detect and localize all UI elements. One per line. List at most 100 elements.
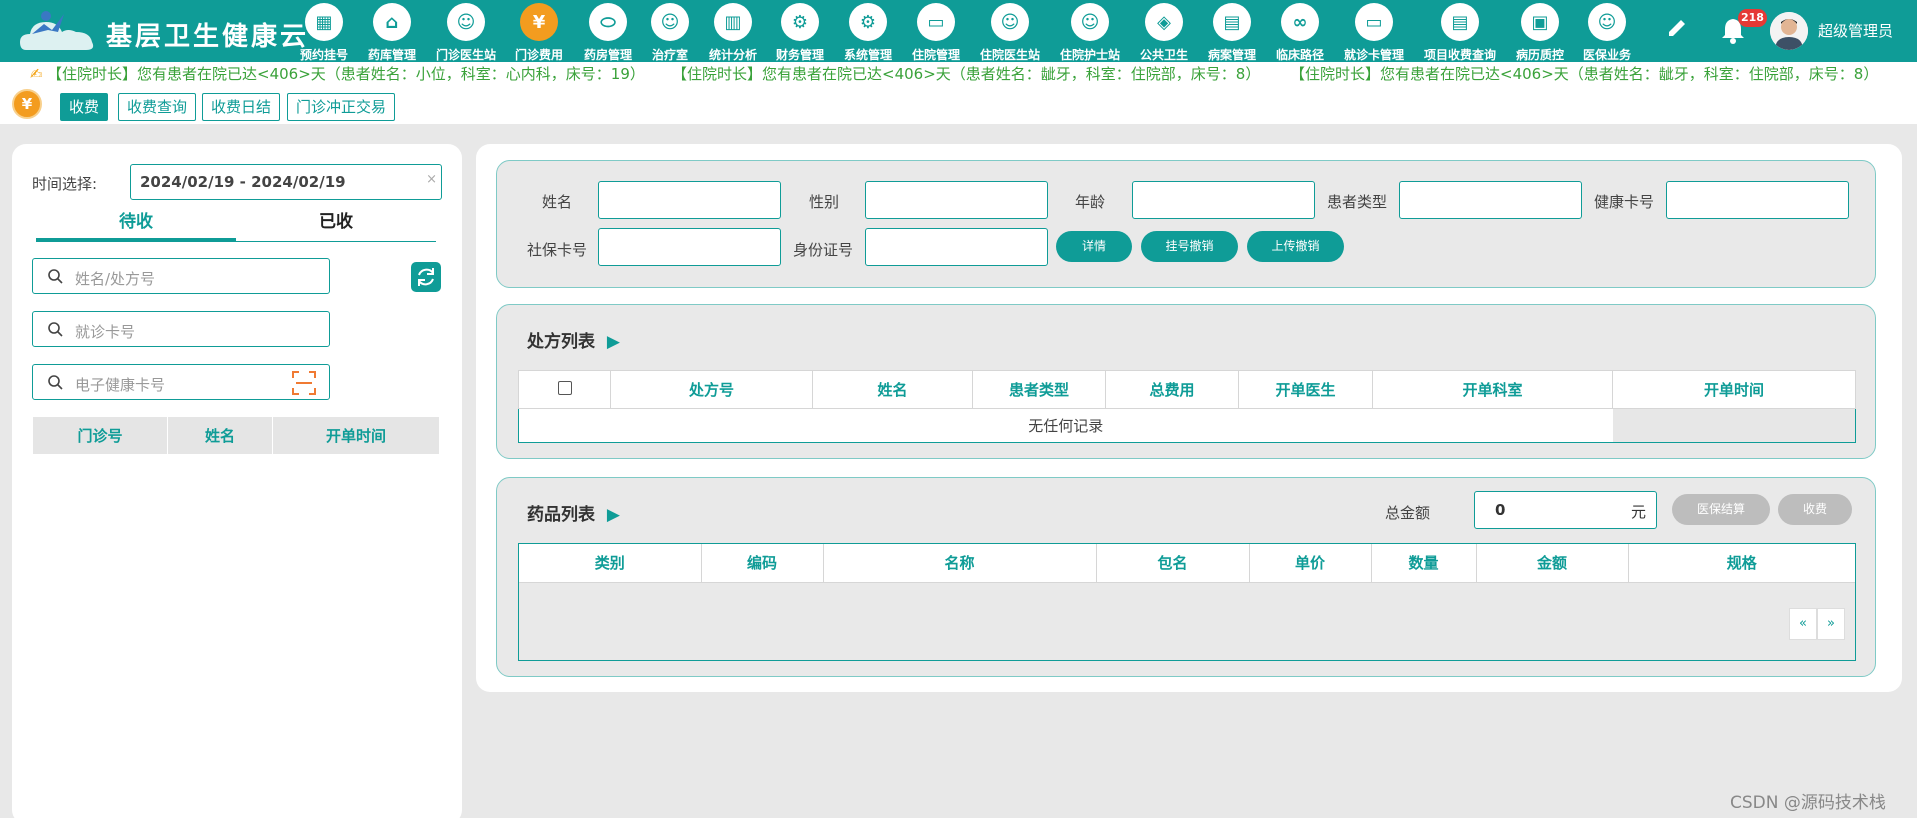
megaphone-icon: ✍ xyxy=(30,65,43,83)
time-label: 时间选择: xyxy=(32,175,98,193)
gender-input[interactable] xyxy=(865,181,1048,219)
left-panel: 时间选择: 2024/02/19 - 2024/02/19 × 待收 已收 姓名… xyxy=(12,144,462,818)
name-prescription-search[interactable]: 姓名/处方号 xyxy=(32,258,330,294)
nav-label: 药房管理 xyxy=(583,48,633,62)
age-input[interactable] xyxy=(1132,181,1315,219)
total-amount-label: 总金额 xyxy=(1385,504,1431,522)
details-button[interactable]: 详情 xyxy=(1056,231,1132,262)
nav-label: 药库管理 xyxy=(367,48,417,62)
nav-label: 就诊卡管理 xyxy=(1343,48,1405,62)
nav-label: 预约挂号 xyxy=(299,48,349,62)
card-icon: ▭ xyxy=(1355,3,1393,41)
empty-cell xyxy=(1612,408,1856,443)
tab-daily-settlement[interactable]: 收费日结 xyxy=(202,93,281,121)
nav-item-15[interactable]: ∞ 临床路径 xyxy=(1276,3,1324,62)
edit-icon[interactable] xyxy=(1664,16,1690,42)
clear-icon[interactable]: × xyxy=(426,172,437,187)
name-input[interactable] xyxy=(598,181,781,219)
col-amount: 金额 xyxy=(1475,544,1629,583)
label-age: 年龄 xyxy=(1075,193,1106,211)
nav-label: 住院医生站 xyxy=(979,48,1041,62)
tab-reversal-transaction[interactable]: 门诊冲正交易 xyxy=(287,93,396,121)
play-arrow-icon: ▶ xyxy=(606,505,620,525)
col-patient-type: 患者类型 xyxy=(972,370,1106,409)
nav-label: 治疗室 xyxy=(651,48,689,62)
nav-item-13[interactable]: ◈ 公共卫生 xyxy=(1140,3,1188,62)
select-all-checkbox[interactable] xyxy=(518,370,611,409)
search-icon xyxy=(48,269,63,284)
pending-table: 门诊号 姓名 开单时间 xyxy=(32,416,440,455)
col-patient-name: 姓名 xyxy=(812,370,973,409)
cancel-registration-button[interactable]: 挂号撤销 xyxy=(1141,231,1238,262)
search-placeholder: 电子健康卡号 xyxy=(75,376,166,394)
nav-item-5[interactable]: ⬭ 药房管理 xyxy=(584,3,632,62)
insurance-settle-button[interactable]: 医保结算 xyxy=(1672,494,1770,525)
path-icon: ∞ xyxy=(1281,3,1319,41)
col-total-fee: 总费用 xyxy=(1105,370,1239,409)
search-placeholder: 姓名/处方号 xyxy=(75,270,156,288)
label-health-card: 健康卡号 xyxy=(1594,193,1655,211)
nav-item-16[interactable]: ▭ 就诊卡管理 xyxy=(1344,3,1404,62)
pill-icon: ⬭ xyxy=(589,3,627,41)
nav-item-14[interactable]: ▤ 病案管理 xyxy=(1208,3,1256,62)
nav-item-18[interactable]: ▣ 病历质控 xyxy=(1516,3,1564,62)
health-card-input[interactable] xyxy=(1666,181,1849,219)
nav-item-6[interactable]: ☺ 治疗室 xyxy=(651,3,689,62)
app-title: 基层卫生健康云 xyxy=(106,22,310,52)
nav-item-9[interactable]: ⚙ 系统管理 xyxy=(844,3,892,62)
notification-badge: 218 xyxy=(1738,9,1767,27)
nav-item-19[interactable]: ☺ 医保业务 xyxy=(1583,3,1631,62)
drug-table: 类别 编码 名称 包名 单价 数量 金额 规格 xyxy=(519,544,1855,583)
date-range-input[interactable]: 2024/02/19 - 2024/02/19 × xyxy=(130,164,442,200)
total-amount-value: 0 xyxy=(1495,501,1506,519)
logo: 基层卫生健康云 xyxy=(8,4,306,56)
id-number-input[interactable] xyxy=(865,228,1048,266)
insurance-icon: ☺ xyxy=(1588,3,1626,41)
notice-ticker: ✍ 【住院时长】您有患者在院已达<406>天（患者姓名：小位，科室：心内科，床号… xyxy=(0,62,1917,86)
nav-item-12[interactable]: ☺ 住院护士站 xyxy=(1060,3,1120,62)
visit-card-search[interactable]: 就诊卡号 xyxy=(32,311,330,347)
nav-item-17[interactable]: ▤ 项目收费查询 xyxy=(1424,3,1496,62)
watermark: CSDN @源码技术栈 xyxy=(1730,793,1886,813)
social-card-input[interactable] xyxy=(598,228,781,266)
inpatient-nurse-icon: ☺ xyxy=(1071,3,1109,41)
label-gender: 性别 xyxy=(809,193,840,211)
nav-item-3[interactable]: ☺ 门诊医生站 xyxy=(436,3,496,62)
tab-charge-query[interactable]: 收费查询 xyxy=(118,93,197,121)
nav-item-7[interactable]: ▥ 统计分析 xyxy=(709,3,757,62)
pager-prev-button[interactable]: « xyxy=(1789,608,1817,640)
yen-icon: ¥ xyxy=(520,3,558,41)
nav-item-11[interactable]: ☺ 住院医生站 xyxy=(980,3,1040,62)
nav-item-8[interactable]: ⚙ 财务管理 xyxy=(776,3,824,62)
nav-item-1[interactable]: ▦ 预约挂号 xyxy=(300,3,348,62)
nav-item-10[interactable]: ▭ 住院管理 xyxy=(912,3,960,62)
col-order-time: 开单时间 xyxy=(272,416,440,455)
quality-icon: ▣ xyxy=(1521,3,1559,41)
refresh-button[interactable] xyxy=(411,262,441,292)
user-name[interactable]: 超级管理员 xyxy=(1818,20,1893,41)
cancel-upload-button[interactable]: 上传撤销 xyxy=(1247,231,1344,262)
public-health-icon: ◈ xyxy=(1145,3,1183,41)
prescription-section: 处方列表 ▶ 处方号 姓名 患者类型 总费用 开单医生 开单科室 开单时间 无任… xyxy=(496,304,1876,459)
health-card-search[interactable]: 电子健康卡号 xyxy=(32,364,330,400)
avatar[interactable] xyxy=(1770,12,1808,50)
drug-section: 药品列表 ▶ 总金额 0 元 医保结算 收费 类别 编码 名称 包名 单价 数量… xyxy=(496,477,1876,677)
nav-item-2[interactable]: ⌂ 药库管理 xyxy=(368,3,416,62)
prescription-title: 处方列表 ▶ xyxy=(527,327,620,352)
patient-type-input[interactable] xyxy=(1399,181,1582,219)
nav-label: 住院管理 xyxy=(911,48,961,62)
prescription-title-text: 处方列表 xyxy=(527,332,595,352)
tab-received[interactable]: 已收 xyxy=(236,206,436,242)
nav-item-4[interactable]: ¥ 门诊费用 xyxy=(515,3,563,62)
pager-next-button[interactable]: » xyxy=(1817,608,1845,640)
right-panel: 姓名 性别 年龄 患者类型 健康卡号 社保卡号 身份证号 详情 挂号撤销 上传撤… xyxy=(476,144,1902,692)
patient-info-form: 姓名 性别 年龄 患者类型 健康卡号 社保卡号 身份证号 详情 挂号撤销 上传撤… xyxy=(496,160,1876,288)
tab-charge[interactable]: 收费 xyxy=(60,93,109,121)
nav-label: 系统管理 xyxy=(843,48,893,62)
tab-pending[interactable]: 待收 xyxy=(36,206,236,242)
scan-icon[interactable] xyxy=(291,370,317,396)
col-outpatient-no: 门诊号 xyxy=(32,416,168,455)
date-range-value: 2024/02/19 - 2024/02/19 xyxy=(140,173,346,191)
total-amount-field: 0 元 xyxy=(1474,491,1657,529)
charge-button[interactable]: 收费 xyxy=(1778,494,1852,525)
